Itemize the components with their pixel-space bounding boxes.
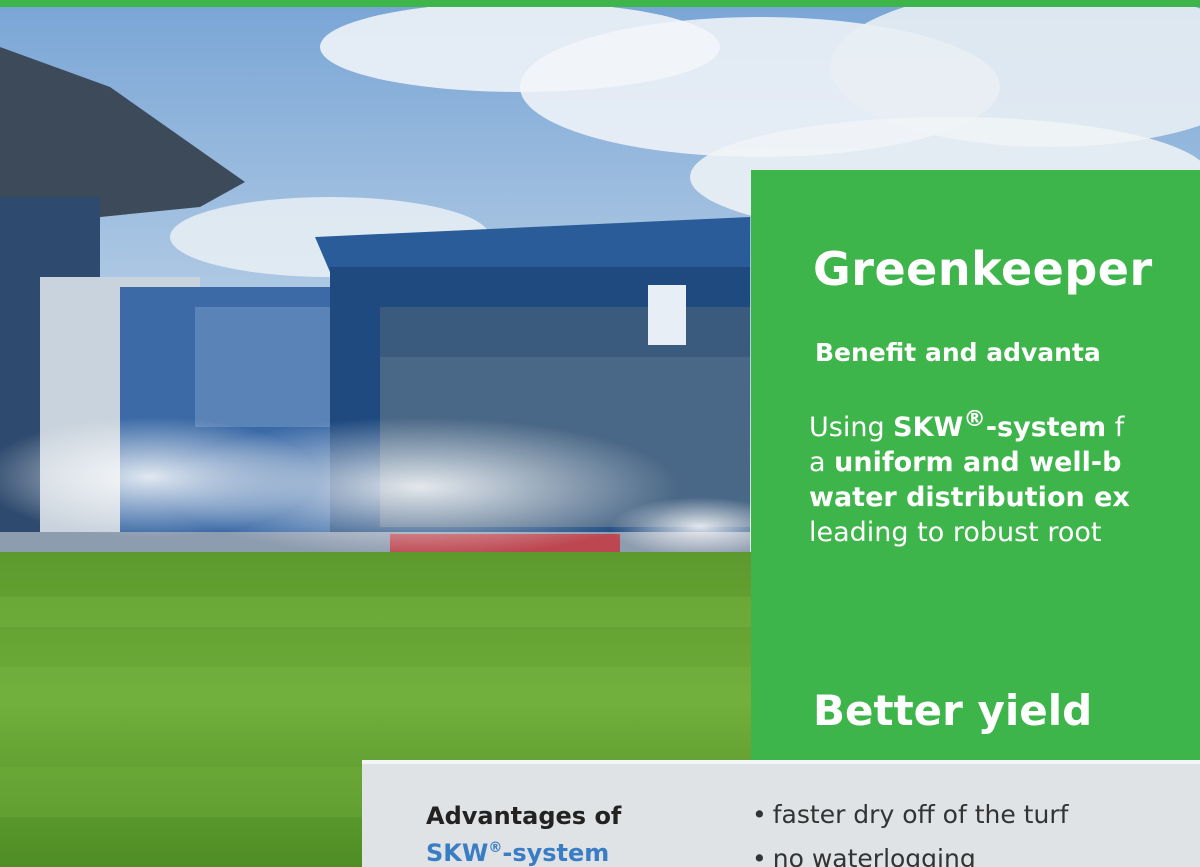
- advantages-title: Advantages of SKW®-system: [426, 802, 622, 867]
- skw-system-brand: SKW®-system: [426, 839, 610, 867]
- greenkeeper-panel: Greenkeeper Benefit and advanta Using SK…: [751, 170, 1200, 760]
- benefit-subtitle: Benefit and advanta: [815, 338, 1101, 367]
- skw-brand-text: SKW: [893, 412, 964, 443]
- list-item: • no waterlogging: [752, 844, 976, 867]
- advantages-list: • faster dry off of the turf • no waterlog…: [752, 800, 1068, 867]
- greenkeeper-body-text: Using SKW®-system f a uniform and well-b…: [809, 406, 1130, 548]
- greenkeeper-title: Greenkeeper: [813, 242, 1153, 296]
- advantages-panel: Advantages of SKW®-system • faster dry of…: [362, 760, 1200, 867]
- list-item: • faster dry off of the turf: [752, 800, 1069, 829]
- top-accent-bar: [0, 0, 1200, 7]
- better-yield-heading: Better yield: [813, 686, 1093, 735]
